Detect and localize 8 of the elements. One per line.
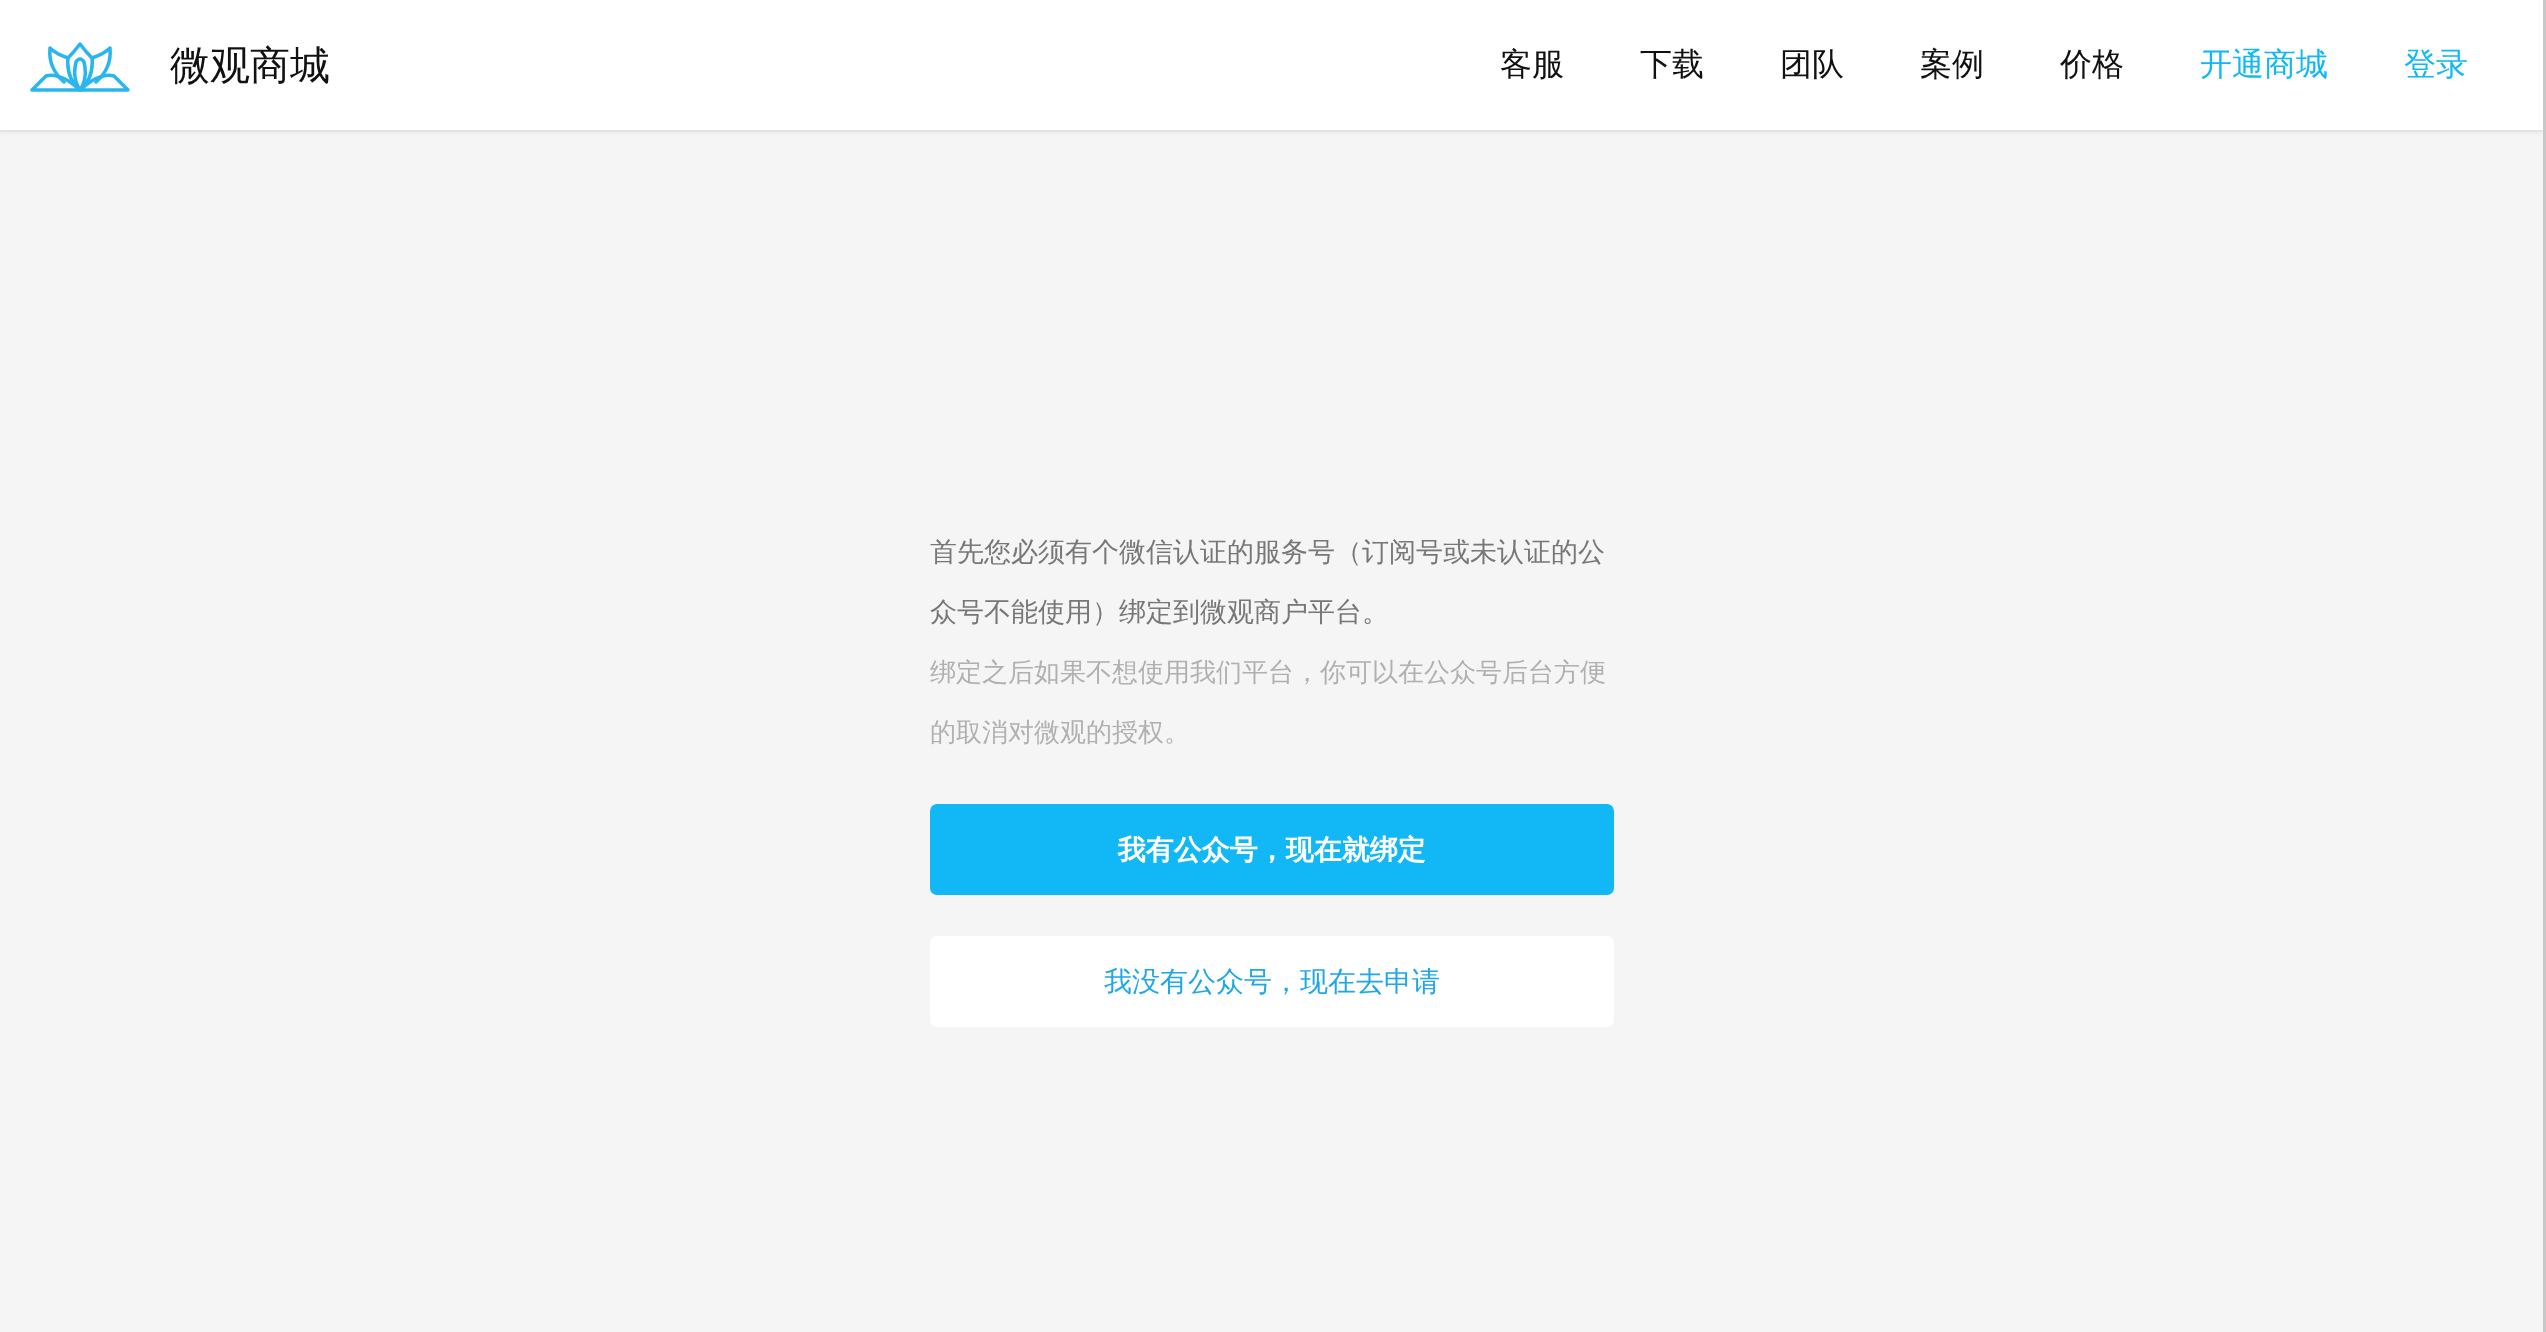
nav-link[interactable]: 客服 bbox=[1500, 43, 1564, 87]
nav-link[interactable]: 案例 bbox=[1920, 43, 1984, 87]
nav-link[interactable]: 团队 bbox=[1780, 43, 1844, 87]
notice-text: 首先您必须有个微信认证的服务号（订阅号或未认证的公众号不能使用）绑定到微观商户平台。 bbox=[929, 535, 1606, 629]
hint-text: 绑定之后如果不想使用我们平台，你可以在公众号后台方便的取消对微观的授权。 bbox=[929, 656, 1607, 749]
nav-link[interactable]: 价格 bbox=[2060, 43, 2124, 87]
nav-link[interactable]: 下载 bbox=[1640, 43, 1704, 87]
brand-name[interactable]: 微观商城 bbox=[170, 37, 330, 93]
